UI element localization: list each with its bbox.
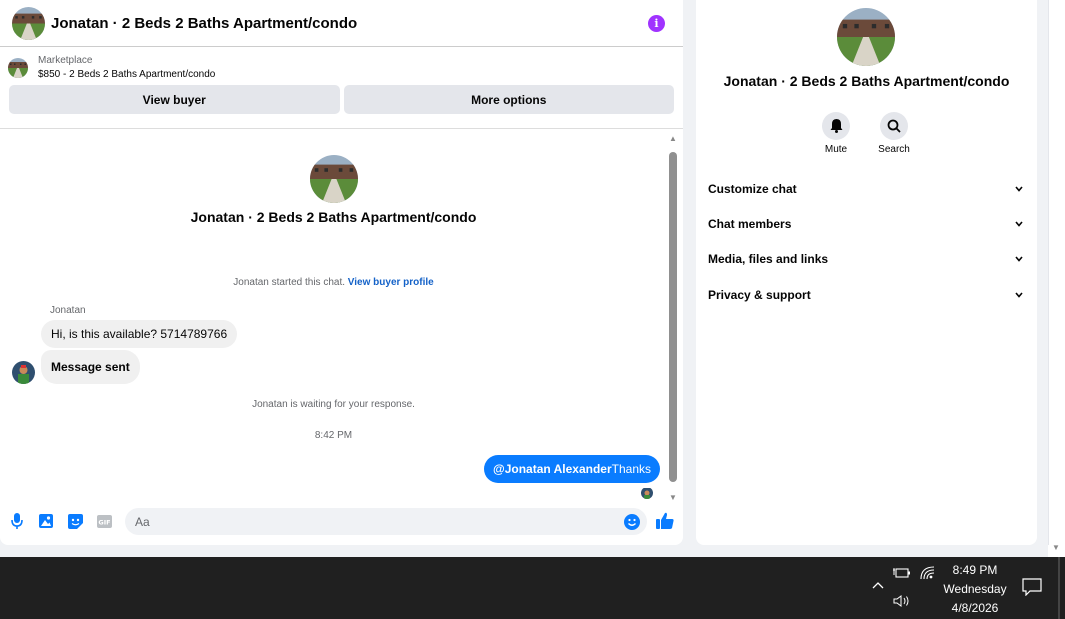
scroll-up-arrow[interactable]: ▲ (668, 134, 678, 143)
search-label: Search (878, 144, 910, 155)
clock-time: 8:49 PM (952, 563, 998, 577)
listing-actions: View buyer More options (0, 85, 683, 119)
outgoing-message[interactable]: @Jonatan Alexander Thanks (484, 455, 660, 483)
menu-item-label: Privacy & support (708, 288, 811, 302)
info-icon[interactable]: i (648, 14, 665, 32)
search-button[interactable]: Search (869, 112, 919, 155)
message-timestamp: 8:42 PM (314, 430, 353, 441)
emoji-icon[interactable] (624, 513, 640, 530)
menu-item-label: Media, files and links (708, 252, 829, 266)
menu-media-files-links[interactable]: Media, files and links (708, 249, 1024, 269)
chevron-down-icon (1014, 219, 1024, 229)
battery-icon[interactable] (893, 566, 911, 582)
menu-chat-members[interactable]: Chat members (708, 214, 1024, 234)
menu-privacy-support[interactable]: Privacy & support (708, 285, 1024, 305)
volume-icon[interactable] (893, 594, 911, 610)
view-buyer-button[interactable]: View buyer (9, 85, 340, 114)
divider (1048, 0, 1049, 545)
chat-avatar[interactable] (12, 7, 45, 40)
gif-icon[interactable]: GIF (96, 513, 112, 529)
mention[interactable]: @Jonatan Alexander (493, 462, 612, 476)
chat-started-notice: Jonatan started this chat. View buyer pr… (0, 277, 667, 288)
sticker-icon[interactable] (67, 513, 83, 529)
chevron-up-icon[interactable] (871, 579, 885, 593)
image-icon[interactable] (38, 513, 54, 529)
chat-header-title[interactable]: Jonatan · 2 Beds 2 Baths Apartment/condo (51, 15, 648, 32)
thumbs-up-icon[interactable] (656, 512, 674, 530)
wifi-icon[interactable] (920, 566, 938, 582)
search-icon[interactable] (880, 112, 908, 140)
svg-text:GIF: GIF (98, 518, 110, 526)
outgoing-text: Thanks (611, 462, 651, 476)
message-thread[interactable]: Jonatan · 2 Beds 2 Baths Apartment/condo… (0, 129, 683, 508)
message-input-wrap (125, 508, 647, 535)
sender-avatar[interactable] (12, 361, 35, 384)
mute-button[interactable]: Mute (811, 112, 861, 155)
microphone-icon[interactable] (9, 513, 25, 529)
page-scroll-down-arrow[interactable]: ▼ (1052, 543, 1060, 552)
page-scrollbar-track[interactable] (1048, 0, 1065, 557)
view-buyer-profile-link[interactable]: View buyer profile (348, 277, 434, 288)
message-input[interactable] (125, 514, 624, 529)
show-desktop-button[interactable] (1058, 557, 1060, 619)
clock-date: 4/8/2026 (951, 601, 999, 615)
thread-title: Jonatan · 2 Beds 2 Baths Apartment/condo (190, 209, 477, 225)
listing-thumbnail (8, 58, 28, 78)
marketplace-listing[interactable]: Marketplace $850 - 2 Beds 2 Baths Apartm… (0, 47, 683, 83)
info-avatar[interactable] (837, 8, 895, 66)
listing-title: $850 - 2 Beds 2 Baths Apartment/condo (38, 69, 216, 80)
info-title: Jonatan · 2 Beds 2 Baths Apartment/condo (723, 73, 1010, 89)
scroll-down-arrow[interactable]: ▼ (668, 493, 678, 502)
seen-avatar (641, 487, 653, 499)
chat-header: Jonatan · 2 Beds 2 Baths Apartment/condo… (0, 0, 683, 47)
incoming-message[interactable]: Hi, is this available? 5714789766 (41, 320, 238, 348)
menu-item-label: Chat members (708, 217, 792, 231)
scroll-thumb[interactable] (669, 152, 677, 482)
chat-started-text: Jonatan started this chat. (233, 277, 345, 288)
marketplace-label: Marketplace (38, 55, 93, 66)
taskbar: 8:49 PM Wednesday 4/8/2026 (0, 557, 1065, 619)
composer: GIF (0, 506, 683, 536)
chat-panel: Jonatan · 2 Beds 2 Baths Apartment/condo… (0, 0, 683, 545)
sender-name: Jonatan (50, 305, 86, 316)
chevron-down-icon (1014, 184, 1024, 194)
menu-item-label: Customize chat (708, 182, 797, 196)
more-options-button[interactable]: More options (343, 85, 674, 114)
menu-customize-chat[interactable]: Customize chat (708, 179, 1024, 199)
chat-info-panel: Jonatan · 2 Beds 2 Baths Apartment/condo… (696, 0, 1037, 545)
waiting-notice: Jonatan is waiting for your response. (252, 399, 415, 410)
incoming-message[interactable]: Message sent (41, 350, 140, 384)
scrollbar[interactable]: ▲ ▼ (668, 134, 678, 502)
chevron-down-icon (1014, 290, 1024, 300)
system-clock[interactable]: 8:49 PM Wednesday 4/8/2026 (940, 561, 1010, 618)
clock-day: Wednesday (943, 582, 1007, 596)
chevron-down-icon (1014, 254, 1024, 264)
notification-icon[interactable] (1022, 578, 1042, 597)
bell-icon[interactable] (822, 112, 850, 140)
thread-avatar (310, 155, 358, 203)
mute-label: Mute (824, 144, 848, 155)
